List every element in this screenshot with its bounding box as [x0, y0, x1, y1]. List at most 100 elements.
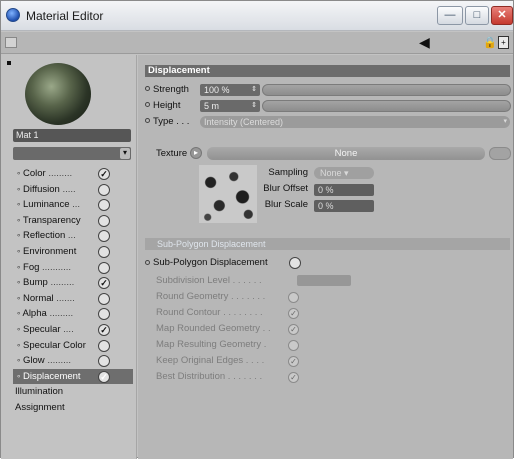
checkbox[interactable]: ✓	[98, 277, 110, 290]
section-header: Displacement	[145, 65, 510, 77]
checkbox[interactable]	[98, 230, 110, 243]
checkbox[interactable]	[98, 183, 110, 196]
option-label: Round Geometry	[156, 291, 229, 302]
keyframe-dot-icon[interactable]	[145, 102, 150, 107]
material-selector[interactable]: ▾	[13, 147, 131, 160]
blur-offset-field[interactable]: 0 %	[314, 184, 374, 196]
strength-field[interactable]: 100 % ⇕	[200, 84, 260, 96]
checkbox[interactable]	[98, 245, 110, 258]
channel-label: Luminance	[23, 199, 70, 211]
material-editor-icon	[6, 8, 20, 22]
item-illumination[interactable]: Illumination	[13, 384, 133, 400]
toolbar: ◀ 🔒 +	[1, 32, 513, 54]
strength-value: 100 %	[204, 85, 230, 95]
texture-menu-icon[interactable]: ▸	[190, 147, 202, 159]
title-bar: Material Editor — □ ✕	[1, 1, 513, 31]
option-label: Keep Original Edges	[156, 355, 244, 366]
preview-menu-icon[interactable]	[7, 61, 11, 65]
round-contour-checkbox[interactable]: ✓	[288, 308, 299, 319]
material-preview[interactable]	[25, 63, 91, 125]
channel-specular[interactable]: ◦ Specular .... ✓	[13, 322, 133, 338]
channel-specular-color[interactable]: ◦ Specular Color	[13, 338, 133, 354]
strength-label: Strength	[153, 84, 189, 95]
map-resulting-geometry-checkbox[interactable]	[288, 340, 299, 351]
menu-icon[interactable]	[5, 37, 17, 48]
type-value: Intensity (Centered)	[204, 117, 284, 127]
channel-normal[interactable]: ◦ Normal .......	[13, 291, 133, 307]
subdivision-level-label: Subdivision Level . . . . . .	[156, 275, 262, 286]
keep-original-edges-checkbox[interactable]: ✓	[288, 356, 299, 367]
channel-alpha[interactable]: ◦ Alpha .........	[13, 306, 133, 322]
checkbox[interactable]	[98, 308, 110, 321]
material-name-field[interactable]: Mat 1	[13, 129, 131, 142]
checkbox[interactable]	[98, 261, 110, 274]
subdivision-level-field[interactable]	[297, 275, 351, 286]
close-button[interactable]: ✕	[491, 6, 513, 25]
round-geometry-checkbox[interactable]	[288, 292, 299, 303]
sampling-dropdown[interactable]: None ▾	[314, 167, 374, 179]
channel-transparency[interactable]: ◦ Transparency	[13, 213, 133, 229]
checkbox[interactable]	[98, 292, 110, 305]
checkbox[interactable]: ✓	[98, 370, 110, 383]
checkbox[interactable]	[98, 355, 110, 368]
selector-arrow-icon[interactable]: ▾	[120, 148, 130, 159]
keep-original-edges-label: Keep Original Edges . . . .	[156, 355, 265, 366]
blur-scale-field[interactable]: 0 %	[314, 200, 374, 212]
best-distribution-checkbox[interactable]: ✓	[288, 372, 299, 383]
channel-bump[interactable]: ◦ Bump ......... ✓	[13, 275, 133, 291]
checkbox[interactable]	[98, 214, 110, 227]
new-window-icon[interactable]: +	[498, 36, 509, 49]
keyframe-dot-icon[interactable]	[145, 118, 150, 123]
strength-row: Strength	[145, 83, 189, 96]
texture-extra-button[interactable]	[489, 147, 511, 160]
option-label: Round Contour	[156, 307, 221, 318]
channel-label: Specular	[23, 323, 61, 335]
channel-displacement[interactable]: ◦ Displacement ✓	[13, 368, 133, 385]
keyframe-dot-icon[interactable]	[145, 86, 150, 91]
checkbox[interactable]: ✓	[98, 168, 110, 180]
subpolygon-section-header[interactable]: Sub-Polygon Displacement	[145, 238, 510, 250]
item-label: Assignment	[15, 401, 65, 413]
channel-label: Alpha	[22, 308, 47, 320]
map-rounded-geometry-checkbox[interactable]: ✓	[288, 324, 299, 335]
channel-label: Normal	[23, 292, 54, 304]
blur-scale-value: 0 %	[318, 201, 334, 211]
minimize-button[interactable]: —	[437, 6, 463, 25]
channel-luminance[interactable]: ◦ Luminance ...	[13, 197, 133, 213]
item-assignment[interactable]: Assignment	[13, 400, 133, 416]
strength-slider[interactable]	[262, 84, 511, 96]
channel-diffusion[interactable]: ◦ Diffusion .....	[13, 182, 133, 198]
texture-preview[interactable]	[199, 165, 257, 223]
chevron-down-icon: ▾	[503, 118, 507, 125]
option-label: Best Distribution	[156, 371, 226, 382]
option-label: Map Rounded Geometry	[156, 323, 261, 334]
channel-environment[interactable]: ◦ Environment	[13, 244, 133, 260]
height-slider[interactable]	[262, 100, 511, 112]
lock-icon[interactable]: 🔒	[483, 36, 497, 49]
checkbox[interactable]	[98, 199, 110, 212]
channel-glow[interactable]: ◦ Glow .........	[13, 353, 133, 369]
checkbox[interactable]	[98, 339, 110, 352]
height-field[interactable]: 5 m ⇕	[200, 100, 260, 112]
sampling-label: Sampling	[268, 167, 308, 178]
channel-label: Bump	[23, 277, 48, 289]
channel-fog[interactable]: ◦ Fog ...........	[13, 260, 133, 276]
maximize-button[interactable]: □	[465, 6, 489, 25]
round-contour-label: Round Contour . . . . . . . .	[156, 307, 263, 318]
option-label: Subdivision Level	[156, 275, 230, 286]
channel-label: Glow	[23, 355, 45, 367]
channel-label: Fog	[23, 261, 40, 273]
height-label: Height	[153, 100, 181, 111]
keyframe-dot-icon[interactable]	[145, 260, 150, 265]
spinner-icon[interactable]: ⇕	[251, 100, 257, 112]
back-arrow-icon[interactable]: ◀	[419, 34, 430, 51]
checkbox[interactable]: ✓	[98, 323, 110, 336]
channel-color[interactable]: ◦ Color ......... ✓	[13, 166, 133, 182]
spinner-icon[interactable]: ⇕	[251, 84, 257, 96]
map-rounded-geometry-label: Map Rounded Geometry . .	[156, 323, 271, 334]
subpolygon-checkbox[interactable]	[289, 257, 301, 269]
texture-button[interactable]: None	[207, 147, 485, 160]
type-dropdown[interactable]: Intensity (Centered) ▾	[200, 116, 510, 128]
channel-reflection[interactable]: ◦ Reflection ...	[13, 228, 133, 244]
round-geometry-label: Round Geometry . . . . . . .	[156, 291, 266, 302]
